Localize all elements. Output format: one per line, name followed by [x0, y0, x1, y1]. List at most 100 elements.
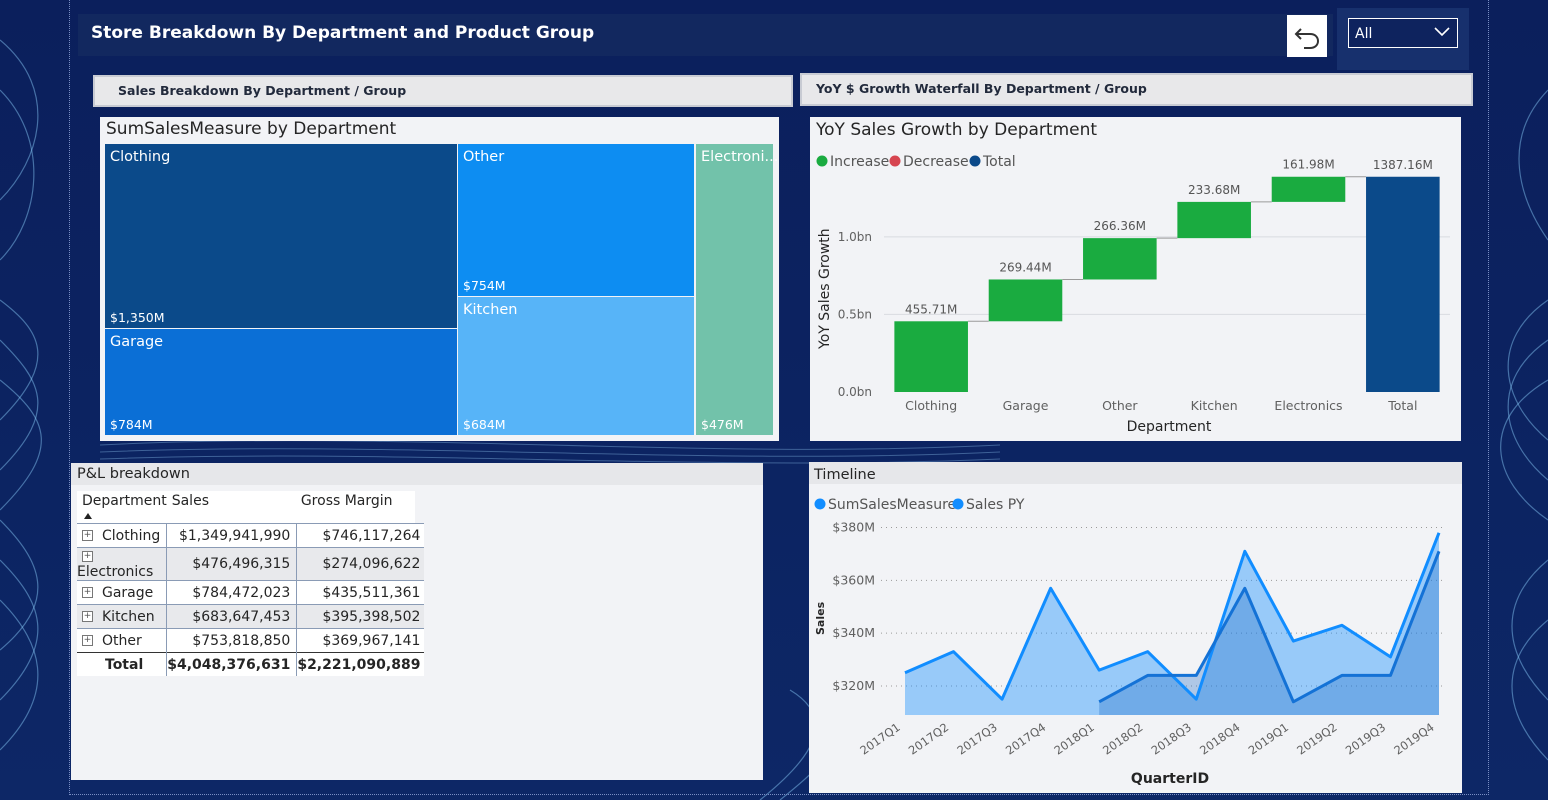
- total-gross-margin: $2,221,090,889: [297, 656, 421, 673]
- dropdown-value: All: [1355, 26, 1373, 42]
- tile-value: $784M: [110, 417, 153, 432]
- waterfall-legend: Increase Decrease Total: [816, 154, 1016, 170]
- timeline-x-axis-title: QuarterID: [1131, 771, 1209, 787]
- waterfall-header-label: YoY $ Growth Waterfall By Department / G…: [816, 81, 1147, 96]
- waterfall-bar-garage[interactable]: [988, 279, 1063, 322]
- column-header-sales[interactable]: Sales: [167, 491, 297, 524]
- data-label: 161.98M: [1282, 158, 1334, 172]
- expand-icon[interactable]: +: [82, 550, 93, 562]
- expand-icon[interactable]: +: [82, 611, 93, 622]
- column-header-department[interactable]: Department: [77, 491, 167, 524]
- timeline-y-axis-title: Sales: [814, 601, 827, 635]
- timeline-chart: Timeline SumSalesMeasure Sales PY Sales …: [809, 462, 1462, 787]
- table-row[interactable]: + Clothing $1,349,941,990 $746,117,264: [77, 523, 425, 548]
- legend-label-total: Total: [982, 154, 1016, 170]
- y-tick-label: $340M: [832, 625, 875, 640]
- column-header-label: Sales: [171, 493, 209, 509]
- x-tick-label: 2017Q3: [954, 720, 999, 758]
- y-tick-label: 1.0bn: [838, 230, 872, 244]
- expand-icon[interactable]: +: [82, 587, 93, 598]
- pl-table: Department Sales Gross Margin + Clothing …: [77, 491, 425, 676]
- row-gross-margin: $435,511,361: [322, 584, 421, 601]
- x-tick-label: Clothing: [905, 398, 957, 413]
- department-dropdown[interactable]: All: [1348, 18, 1458, 48]
- tile-value: $684M: [463, 417, 506, 432]
- back-button[interactable]: [1287, 15, 1327, 57]
- table-row[interactable]: + Other $753,818,850 $369,967,141: [77, 628, 425, 653]
- x-tick-label: 2019Q4: [1391, 720, 1436, 758]
- timeline-header: [809, 462, 1462, 484]
- legend-marker-total: [969, 155, 981, 167]
- undo-arrow-icon: [1294, 28, 1320, 49]
- data-label: 455.71M: [905, 302, 957, 316]
- x-tick-label: 2017Q1: [857, 720, 902, 758]
- row-sales: $1,349,941,990: [166, 523, 298, 548]
- row-department: Electronics: [77, 564, 154, 580]
- x-tick-label: Other: [1102, 398, 1138, 413]
- row-department: Other: [102, 632, 142, 649]
- tile-label: Electroni...: [701, 149, 779, 165]
- row-sales: $476,496,315: [166, 547, 298, 581]
- treemap-panel: SumSalesMeasure by Department Clothing $…: [100, 117, 779, 441]
- treemap-tile-other[interactable]: Other $754M: [458, 144, 694, 296]
- treemap-tile-kitchen[interactable]: Kitchen $684M: [458, 297, 694, 435]
- row-department: Kitchen: [102, 608, 155, 625]
- x-tick-label: Total: [1387, 398, 1417, 413]
- tile-label: Kitchen: [463, 302, 518, 318]
- column-header-label: Gross Margin: [300, 493, 393, 509]
- row-department: Garage: [102, 584, 154, 601]
- treemap-tile-garage[interactable]: Garage $784M: [105, 329, 457, 435]
- table-row[interactable]: + Kitchen $683,647,453 $395,398,502: [77, 604, 425, 629]
- waterfall-bar-other[interactable]: [1083, 238, 1157, 280]
- x-tick-label: 2017Q4: [1003, 720, 1048, 758]
- waterfall-bar-kitchen[interactable]: [1177, 201, 1251, 239]
- pl-title: P&L breakdown: [77, 466, 190, 482]
- waterfall-bar-clothing[interactable]: [894, 321, 968, 392]
- pl-panel: P&L breakdown Department Sales Gross Mar…: [71, 463, 763, 780]
- department-slicer: All: [1337, 8, 1469, 70]
- tile-label: Clothing: [110, 149, 171, 165]
- x-tick-label: Garage: [1003, 398, 1049, 413]
- column-header-gross-margin[interactable]: Gross Margin: [297, 491, 425, 524]
- row-sales: $683,647,453: [166, 604, 298, 629]
- legend-marker-increase: [816, 155, 828, 167]
- x-tick-label: 2018Q4: [1197, 720, 1242, 758]
- legend-marker-decrease: [889, 155, 901, 167]
- expand-icon[interactable]: +: [82, 530, 93, 541]
- x-tick-label: 2018Q3: [1149, 720, 1194, 758]
- treemap-tile-clothing[interactable]: Clothing $1,350M: [105, 144, 457, 328]
- y-tick-label: $360M: [832, 572, 875, 587]
- waterfall-bar-electronics[interactable]: [1271, 176, 1346, 202]
- treemap-title: SumSalesMeasure by Department: [106, 119, 397, 139]
- column-header-label: Department: [82, 493, 167, 509]
- tile-label: Garage: [110, 334, 164, 350]
- pl-table-wrap: Department Sales Gross Margin + Clothing …: [77, 491, 425, 676]
- legend-label-sumsalesmeasure: SumSalesMeasure: [828, 497, 956, 513]
- y-tick-label: 0.0bn: [838, 385, 872, 399]
- x-tick-label: 2019Q2: [1294, 720, 1339, 758]
- y-tick-label: $380M: [832, 520, 875, 535]
- data-label: 266.36M: [1094, 219, 1146, 233]
- waterfall-bar-total[interactable]: [1366, 176, 1440, 392]
- table-row[interactable]: + Garage $784,472,023 $435,511,361: [77, 580, 425, 605]
- sales-breakdown-header: Sales Breakdown By Department / Group: [93, 75, 793, 107]
- page-title: Store Breakdown By Department and Produc…: [91, 23, 595, 43]
- row-gross-margin: $274,096,622: [322, 556, 421, 572]
- data-label: 233.68M: [1188, 183, 1240, 197]
- row-gross-margin: $369,967,141: [322, 632, 421, 649]
- legend-label-sales-py: Sales PY: [966, 497, 1025, 513]
- table-row[interactable]: + Electronics $476,496,315 $274,096,622: [77, 547, 425, 581]
- legend-marker-sumsalesmeasure: [814, 498, 826, 510]
- y-tick-label: $320M: [832, 678, 875, 693]
- waterfall-header: YoY $ Growth Waterfall By Department / G…: [800, 73, 1473, 106]
- y-tick-label: 0.5bn: [838, 307, 872, 321]
- x-tick-label: 2017Q2: [906, 720, 951, 758]
- row-department: Clothing: [102, 527, 161, 544]
- expand-icon[interactable]: +: [82, 635, 93, 646]
- sort-ascending-icon: [84, 513, 92, 519]
- treemap-tile-electronics[interactable]: Electroni... $476M: [696, 144, 778, 435]
- title-bar: Store Breakdown By Department and Produc…: [78, 14, 1333, 56]
- chevron-down-icon: [1434, 27, 1450, 37]
- tile-value: $1,350M: [110, 310, 165, 325]
- sales-breakdown-header-label: Sales Breakdown By Department / Group: [118, 83, 407, 98]
